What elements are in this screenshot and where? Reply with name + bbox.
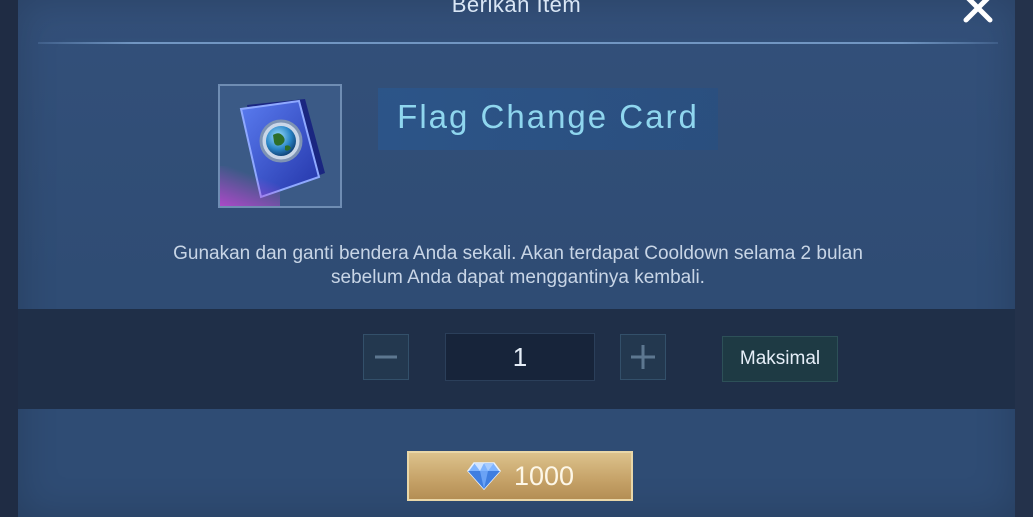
plus-icon	[631, 345, 655, 369]
close-button[interactable]	[958, 0, 998, 26]
quantity-input[interactable]: 1	[445, 333, 595, 381]
item-description: Gunakan dan ganti bendera Anda sekali. A…	[78, 242, 958, 290]
item-image-frame	[218, 84, 342, 208]
max-quantity-button[interactable]: Maksimal	[722, 336, 838, 382]
dialog-title: Berikan Item	[451, 0, 582, 17]
item-name: Flag Change Card	[397, 98, 699, 135]
background-right	[1015, 0, 1033, 517]
minus-icon	[375, 355, 397, 359]
description-line-1: Gunakan dan ganti bendera Anda sekali. A…	[173, 243, 863, 264]
price-amount: 1000	[513, 460, 575, 491]
close-icon	[963, 0, 993, 23]
title-divider	[38, 42, 998, 44]
decrease-quantity-button[interactable]	[363, 334, 409, 380]
background-left	[0, 0, 18, 517]
diamond-icon	[466, 462, 501, 491]
gift-item-dialog: Berikan Item Flag Change Card Gunakan da…	[18, 0, 1015, 517]
description-line-2: sebelum Anda dapat menggantinya kembali.	[331, 267, 705, 288]
purchase-button[interactable]: 1000	[407, 451, 633, 501]
increase-quantity-button[interactable]	[620, 334, 666, 380]
rarity-glow	[220, 166, 280, 206]
